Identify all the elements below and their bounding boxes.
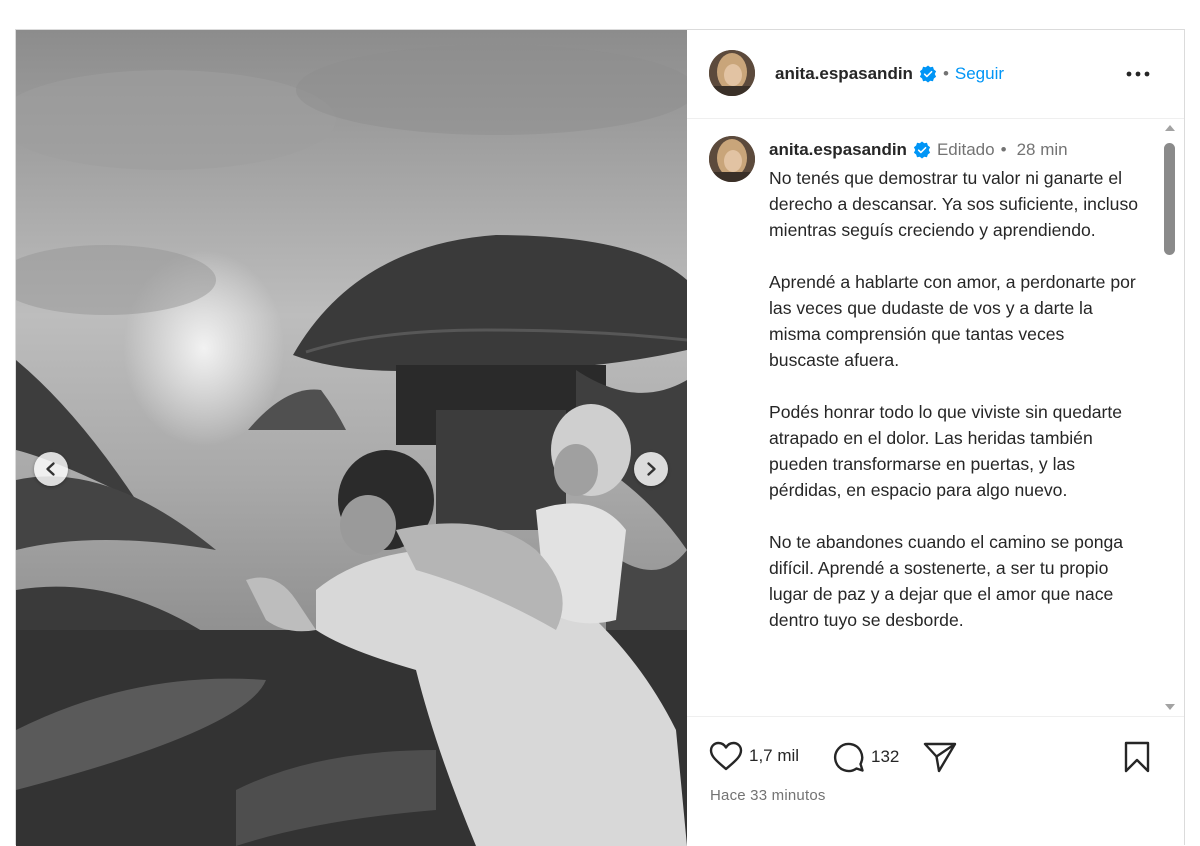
more-options-icon [1126, 71, 1150, 77]
post-header: anita.espasandin • Seguir [687, 30, 1184, 119]
verified-badge-icon [913, 141, 931, 159]
avatar[interactable] [709, 50, 755, 96]
share-button[interactable] [923, 741, 957, 773]
post-media [16, 30, 687, 846]
caption-paragraph: Podés honrar todo lo que viviste sin que… [769, 402, 1123, 500]
scroll-up-arrow-icon[interactable] [1165, 125, 1175, 131]
avatar-image [709, 136, 755, 182]
post-dialog: anita.espasandin • Seguir anita.espasand… [15, 29, 1185, 846]
header-username[interactable]: anita.espasandin [775, 64, 913, 84]
avatar-image [709, 50, 755, 96]
post-sidebar: anita.espasandin • Seguir anita.espasand… [687, 30, 1184, 846]
verified-badge-icon [919, 65, 937, 83]
comments-count[interactable]: 132 [871, 747, 899, 767]
save-button[interactable] [1123, 741, 1151, 773]
caption-header: anita.espasandin Editado • 28 min [769, 140, 1068, 160]
scroll-down-arrow-icon[interactable] [1165, 704, 1175, 710]
more-options-button[interactable] [1123, 64, 1153, 84]
caption-avatar[interactable] [709, 136, 755, 182]
caption-scrollbar[interactable] [1161, 119, 1178, 716]
send-icon [923, 742, 957, 773]
edited-label: Editado [936, 140, 995, 159]
caption-separator: • [1000, 140, 1007, 159]
caption-paragraph: Aprendé a hablarte con amor, a perdonart… [769, 272, 1136, 370]
header-user: anita.espasandin • Seguir [775, 64, 1004, 84]
bookmark-icon [1124, 741, 1150, 773]
header-separator: • [942, 64, 949, 83]
caption-panel[interactable]: anita.espasandin Editado • 28 min No ten… [687, 119, 1184, 716]
comment-bubble-icon [833, 742, 864, 773]
caption-time[interactable]: 28 min [1017, 140, 1068, 160]
next-photo-button[interactable] [634, 452, 668, 486]
follow-button[interactable]: Seguir [955, 64, 1004, 84]
scrollbar-thumb[interactable] [1164, 143, 1175, 255]
caption-paragraph: No te abandones cuando el camino se pong… [769, 532, 1124, 630]
post-timestamp[interactable]: Hace 33 minutos [710, 787, 826, 804]
chevron-left-icon [46, 462, 55, 476]
likes-count[interactable]: 1,7 mil [749, 746, 799, 766]
previous-photo-button[interactable] [34, 452, 68, 486]
post-photo [16, 30, 687, 846]
action-bar: 1,7 mil 132 Hace 33 minutos [687, 716, 1184, 846]
comment-button[interactable]: 132 [833, 741, 899, 773]
caption-paragraph: No tenés que demostrar tu valor ni ganar… [769, 168, 1139, 240]
caption-username[interactable]: anita.espasandin [769, 140, 907, 160]
caption-text: No tenés que demostrar tu valor ni ganar… [769, 165, 1139, 659]
heart-icon [709, 741, 743, 771]
chevron-right-icon [647, 462, 656, 476]
like-button[interactable]: 1,7 mil [709, 741, 799, 771]
